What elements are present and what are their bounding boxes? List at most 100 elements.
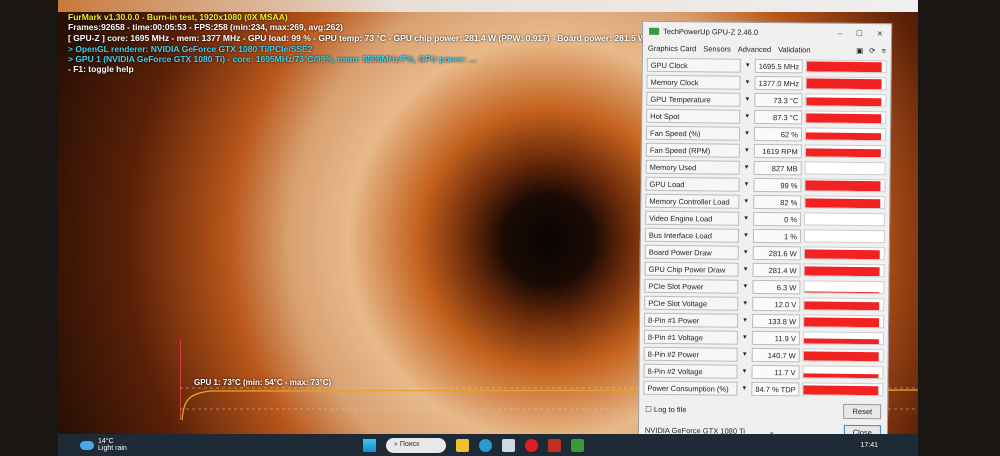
sensor-graph-fill <box>806 113 882 124</box>
furmark-frames: Frames:92658 - time:00:05:53 - FPS:258 (… <box>68 22 343 32</box>
sensor-value: 11.7 V <box>751 364 800 379</box>
chevron-down-icon[interactable]: ▼ <box>741 351 749 357</box>
sensor-graph <box>804 195 886 210</box>
chevron-down-icon[interactable]: ▼ <box>742 215 750 221</box>
tab-graphics-card[interactable]: Graphics Card <box>648 44 696 54</box>
maximize-icon[interactable]: ☐ <box>856 28 863 37</box>
sensor-graph <box>804 144 886 159</box>
sensor-name: Hot Spot <box>646 108 741 124</box>
sensor-name: PCIe Slot Voltage <box>644 295 739 311</box>
sensor-graph <box>804 161 886 176</box>
opera-icon[interactable] <box>525 438 538 452</box>
furmark-taskbar-icon[interactable] <box>548 438 561 452</box>
chevron-down-icon[interactable]: ▼ <box>744 79 752 85</box>
sensor-value: 73.3 °C <box>754 92 803 107</box>
edge-icon[interactable] <box>479 438 492 452</box>
chevron-down-icon[interactable]: ▼ <box>742 266 750 272</box>
sensor-value: 133.8 W <box>751 313 801 328</box>
search-box[interactable]: ⌕ Поиск <box>386 437 446 453</box>
chevron-down-icon[interactable]: ▼ <box>743 147 751 153</box>
weather-temp: 14°C <box>98 438 114 445</box>
chevron-down-icon[interactable]: ▼ <box>742 232 750 238</box>
menu-icon[interactable]: ≡ <box>881 46 885 55</box>
sensor-graph-fill <box>805 180 881 192</box>
sensor-value: 87.3 °C <box>754 109 803 124</box>
file-explorer-icon[interactable] <box>456 438 469 452</box>
sensor-value: 6.3 W <box>752 279 801 294</box>
chevron-down-icon[interactable]: ▼ <box>743 96 751 102</box>
sensor-name: 8-Pin #1 Power <box>643 312 739 328</box>
tab-sensors[interactable]: Sensors <box>703 44 731 53</box>
chevron-down-icon[interactable]: ▼ <box>741 317 749 323</box>
sensor-name: GPU Temperature <box>646 91 741 107</box>
sensor-name: Memory Clock <box>646 74 741 90</box>
chevron-down-icon[interactable]: ▼ <box>741 334 749 340</box>
close-icon[interactable]: ✕ <box>877 29 883 38</box>
sensor-graph <box>802 365 884 380</box>
sensor-value: 827 MB <box>753 160 802 175</box>
sensor-graph-fill <box>804 291 880 294</box>
weather-desc: Light rain <box>98 445 127 452</box>
tab-validation[interactable]: Validation <box>778 45 810 54</box>
furmark-gpu1: > GPU 1 (NVIDIA GeForce GTX 1080 Ti) - c… <box>68 54 477 64</box>
chevron-down-icon[interactable]: ▼ <box>742 181 750 187</box>
refresh-icon[interactable]: ⟳ <box>869 46 875 55</box>
sensor-graph-fill <box>805 132 882 141</box>
sensor-graph <box>804 127 887 142</box>
sensor-graph-fill <box>806 77 882 90</box>
chevron-down-icon[interactable]: ▼ <box>744 62 752 68</box>
chevron-down-icon[interactable]: ▼ <box>741 283 749 289</box>
reset-button[interactable]: Reset <box>843 403 882 420</box>
sensor-name: Fan Speed (%) <box>645 125 741 141</box>
furmark-help: - F1: toggle help <box>68 64 134 74</box>
sensor-graph <box>803 280 885 295</box>
chevron-down-icon[interactable]: ▼ <box>742 249 750 255</box>
sensor-graph <box>802 331 884 346</box>
gpuz-title: TechPowerUp GPU-Z 2.46.0 <box>663 26 759 37</box>
sensor-graph-fill <box>805 148 881 158</box>
log-to-file-checkbox[interactable]: ☐ Log to file <box>645 405 686 414</box>
graph-label: GPU 1: 73°C (min: 54°C - max: 73°C) <box>194 378 332 387</box>
store-icon[interactable] <box>502 438 515 452</box>
sensor-graph <box>805 110 887 125</box>
chevron-down-icon[interactable]: ▼ <box>741 300 749 306</box>
chevron-down-icon[interactable]: ▼ <box>740 368 748 374</box>
chevron-down-icon[interactable]: ▼ <box>743 164 751 170</box>
sensor-graph <box>802 382 884 397</box>
sensor-graph-fill <box>804 301 880 311</box>
gpuz-taskbar-icon[interactable] <box>571 438 584 452</box>
log-to-file-label: Log to file <box>653 404 687 415</box>
search-label: Поиск <box>399 440 420 448</box>
sensor-graph <box>802 314 885 329</box>
gpuz-window: TechPowerUp GPU-Z 2.46.0 – ☐ ✕ Graphics Ca… <box>637 20 893 442</box>
sensor-name: Board Power Draw <box>644 244 739 260</box>
chevron-down-icon[interactable]: ▼ <box>743 130 751 136</box>
clock: 17:41 <box>860 441 878 449</box>
sensor-name: GPU Load <box>645 176 740 192</box>
sensor-name: GPU Clock <box>646 57 741 73</box>
sensor-name: Fan Speed (RPM) <box>645 142 740 158</box>
tab-advanced[interactable]: Advanced <box>738 45 771 54</box>
sensor-name: Bus Interface Load <box>644 227 740 243</box>
camera-icon[interactable]: ▣ <box>856 46 863 55</box>
sensor-graph <box>805 59 887 74</box>
sensor-list: GPU Clock ▼ 1695.5 MHz Memory Clock ▼ 1377.0 … <box>639 56 891 399</box>
taskbar: 14°C Light rain ⌕ Поиск 17:41 <box>58 434 918 456</box>
chevron-down-icon[interactable]: ▼ <box>743 113 751 119</box>
sensor-value: 82 % <box>753 194 802 209</box>
sensor-value: 99 % <box>753 177 802 192</box>
gpuz-logo-icon <box>649 27 660 35</box>
sensor-value: 281.4 W <box>752 262 801 277</box>
chevron-down-icon[interactable]: ▼ <box>740 385 748 391</box>
weather-widget[interactable]: 14°C Light rain <box>80 438 127 452</box>
sensor-name: Power Consumption (%) <box>643 380 738 396</box>
sensor-value: 1619 RPM <box>753 143 802 158</box>
chevron-down-icon[interactable]: ▼ <box>742 198 750 204</box>
sensor-graph <box>805 93 887 108</box>
sensor-value: 1 % <box>752 228 802 243</box>
minimize-icon[interactable]: – <box>838 28 842 37</box>
sensor-name: Video Engine Load <box>645 210 740 226</box>
sensor-name: Memory Controller Load <box>645 193 740 209</box>
sensor-name: PCIe Slot Power <box>644 278 739 294</box>
windows-start-icon[interactable] <box>363 438 376 452</box>
